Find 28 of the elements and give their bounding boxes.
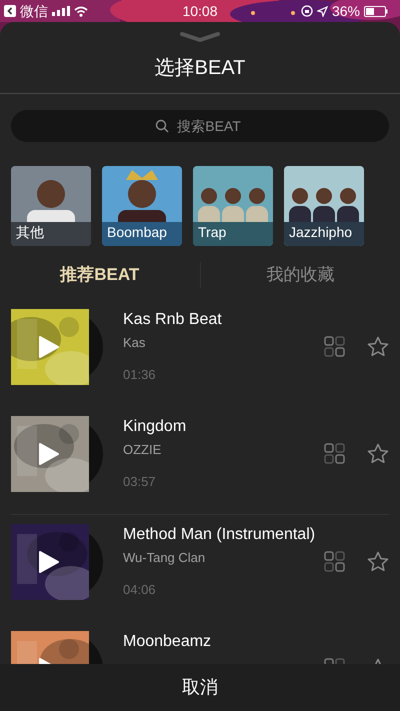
beat-artist: Wu-Tang Clan [123, 549, 206, 567]
beat-duration: 04:06 [123, 580, 157, 598]
beat-artist: OZZIE [123, 441, 162, 459]
tab[interactable]: 推荐BEAT [60, 262, 140, 288]
search-field[interactable]: 搜索BEAT [11, 110, 389, 142]
beat-title: Kingdom [123, 417, 188, 437]
genre-tile[interactable]: 其他 [11, 166, 91, 246]
tab[interactable]: 我的收藏 [266, 262, 334, 288]
genre-label: Trap [198, 223, 226, 242]
beat-duration: 01:36 [123, 366, 157, 384]
beat-duration: 03:57 [123, 472, 157, 490]
genre-tile[interactable]: Boombap [102, 166, 182, 246]
genre-tile[interactable]: Trap [193, 166, 273, 246]
carrier-label: 微信 [20, 2, 48, 20]
beat-row[interactable]: Kas Rnb Beat Kas 01:36 [11, 300, 389, 407]
genre-label: Jazzhipho [289, 223, 352, 242]
genre-label: Boombap [107, 223, 167, 242]
beat-row[interactable]: Kingdom OZZIE 03:57 [11, 407, 389, 514]
beat-title: Method Man (Instrumental) [123, 525, 316, 545]
beat-title: Kas Rnb Beat [123, 310, 223, 330]
clock-time: 10:08 [182, 2, 218, 20]
beat-row[interactable]: Method Man (Instrumental) Wu-Tang Clan 04:06 [11, 515, 389, 622]
battery-percent: 36% [332, 2, 360, 20]
genre-label: 其他 [16, 223, 44, 242]
sheet-title: 选择BEAT [154, 56, 246, 80]
beat-title: Moonbeamz [123, 632, 212, 652]
beat-artist: Kas [123, 334, 146, 352]
cancel-button[interactable]: 取消 [166, 674, 234, 701]
